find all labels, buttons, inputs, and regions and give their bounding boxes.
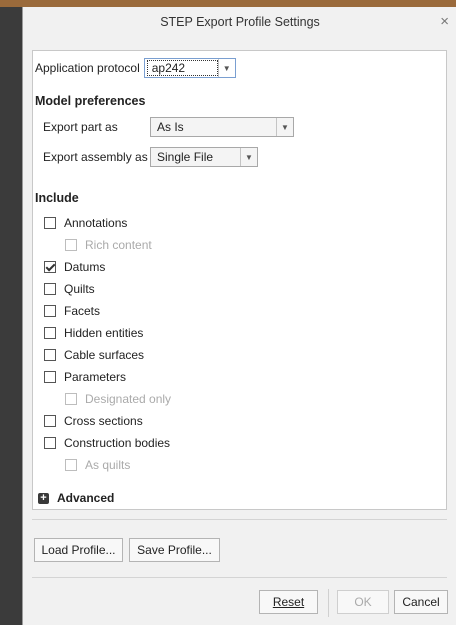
checkbox-label: Designated only [85,392,172,406]
checkbox-label: Hidden entities [64,326,144,340]
reset-button[interactable]: Reset [259,590,318,614]
checkbox-box[interactable] [44,261,56,273]
checkbox-label: Datums [64,260,106,274]
divider [32,577,447,578]
dialog-title: STEP Export Profile Settings [160,15,320,29]
button-separator [328,589,329,617]
checkbox-box[interactable] [44,217,56,229]
save-profile-button[interactable]: Save Profile... [129,538,220,562]
checkbox-cable-surfaces[interactable]: Cable surfaces [44,348,144,362]
checkbox-box[interactable] [44,327,56,339]
checkbox-cross-sections[interactable]: Cross sections [44,414,143,428]
background-window-edge [0,0,22,625]
chevron-down-icon: ▼ [240,148,257,166]
checkbox-designated-only: Designated only [65,392,171,406]
checkbox-label: Cross sections [64,414,143,428]
title-bar: STEP Export Profile Settings × [23,7,456,37]
export-assembly-dropdown[interactable]: Single File ▼ [150,147,258,167]
load-profile-button[interactable]: Load Profile... [34,538,123,562]
step-export-profile-dialog: STEP Export Profile Settings × Applicati… [22,7,456,625]
advanced-expander[interactable]: + Advanced [38,491,114,505]
checkbox-label: Parameters [64,370,127,384]
checkbox-label: Cable surfaces [64,348,145,362]
checkbox-box [65,459,77,471]
checkbox-box [65,239,77,251]
export-part-label: Export part as [43,120,118,134]
export-part-dropdown[interactable]: As Is ▼ [150,117,294,137]
chevron-down-icon: ▼ [276,118,293,136]
checkbox-box[interactable] [44,415,56,427]
checkbox-quilts[interactable]: Quilts [44,282,95,296]
checkbox-as-quilts: As quilts [65,458,130,472]
checkbox-facets[interactable]: Facets [44,304,100,318]
checkbox-box[interactable] [44,283,56,295]
checkbox-label: Quilts [64,282,95,296]
chevron-down-icon: ▼ [217,59,235,77]
checkbox-box[interactable] [44,305,56,317]
export-assembly-value: Single File [157,150,214,164]
reset-button-label: Reset [272,595,305,609]
checkbox-construction-bodies[interactable]: Construction bodies [44,436,170,450]
checkbox-datums[interactable]: Datums [44,260,105,274]
protocol-dropdown[interactable]: ap242 ▼ [143,58,236,78]
checkbox-rich-content: Rich content [65,238,152,252]
checkbox-label: As quilts [85,458,131,472]
checkbox-box [65,393,77,405]
close-icon[interactable]: × [440,13,449,30]
protocol-row: Application protocol ap242 ▼ [35,58,236,78]
export-assembly-label: Export assembly as [43,150,148,164]
export-assembly-row: Export assembly as Single File ▼ [43,147,258,167]
checkbox-label: Annotations [64,216,128,230]
divider [32,519,447,520]
background-window-top [0,0,456,7]
checkbox-parameters[interactable]: Parameters [44,370,126,384]
checkbox-box[interactable] [44,437,56,449]
protocol-value: ap242 [146,60,218,76]
checkbox-hidden-entities[interactable]: Hidden entities [44,326,143,340]
checkbox-label: Construction bodies [64,436,171,450]
export-part-value: As Is [157,120,184,134]
ok-button[interactable]: OK [337,590,389,614]
include-heading: Include [35,191,79,205]
export-part-row: Export part as As Is ▼ [43,117,294,137]
checkbox-label: Facets [64,304,101,318]
checkbox-box[interactable] [44,371,56,383]
protocol-label: Application protocol [35,61,140,75]
settings-panel: Application protocol ap242 ▼ Model prefe… [32,50,447,510]
plus-icon[interactable]: + [38,492,49,504]
checkbox-annotations[interactable]: Annotations [44,216,127,230]
model-preferences-heading: Model preferences [35,94,146,108]
checkbox-label: Rich content [85,238,152,252]
cancel-button[interactable]: Cancel [394,590,448,614]
checkbox-box[interactable] [44,349,56,361]
advanced-label: Advanced [57,491,115,505]
